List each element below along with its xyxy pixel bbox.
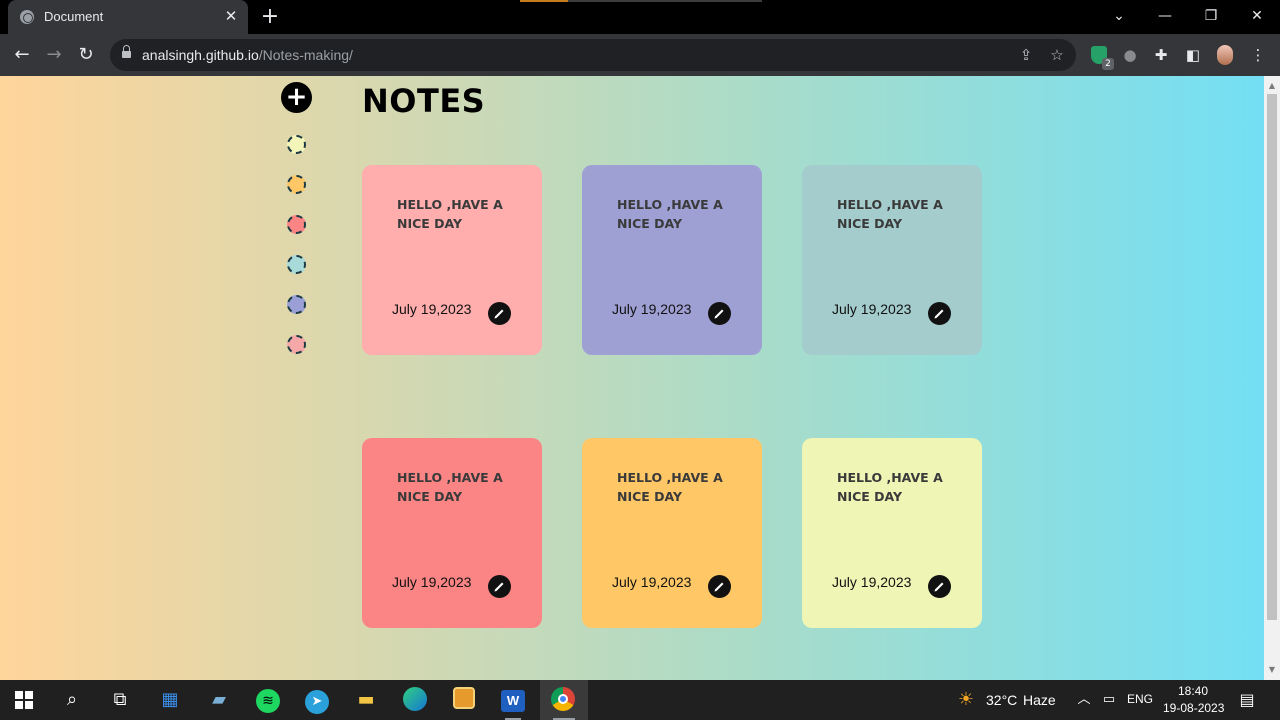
edit-pencil-icon[interactable] [488, 302, 511, 325]
language-indicator[interactable]: ENG [1127, 692, 1153, 706]
color-dot-orange[interactable] [287, 175, 306, 194]
restore-button[interactable]: ❐ [1197, 4, 1225, 28]
edit-pencil-icon[interactable] [708, 575, 731, 598]
url-host: analsingh.github.io [142, 47, 259, 63]
clock-date[interactable]: 19-08-2023 [1163, 701, 1224, 715]
chevron-up-icon[interactable]: ︿ [1071, 687, 1097, 713]
menu-kebab-icon[interactable]: ⋮ [1247, 44, 1269, 66]
tab-strip-divider [568, 0, 762, 2]
profile-avatar[interactable] [1217, 45, 1233, 65]
color-dot-purple[interactable] [287, 295, 306, 314]
browser-tab[interactable]: Document ✕ [8, 0, 248, 34]
extension-icon[interactable]: ● [1119, 44, 1141, 66]
back-button[interactable]: ← [9, 42, 35, 68]
task-view-icon[interactable]: ⧉ [107, 687, 133, 713]
browser-titlebar: Document ✕ + ⌄ — ❐ ✕ [0, 0, 1280, 34]
scroll-down-arrow-icon[interactable]: ▼ [1264, 662, 1280, 678]
edge-icon[interactable] [402, 687, 428, 713]
note-card[interactable]: HELLO ,HAVE A NICE DAY July 19,2023 [802, 165, 982, 355]
puzzle-extensions-icon[interactable]: ✚ [1150, 44, 1172, 66]
close-tab-icon[interactable]: ✕ [222, 7, 240, 25]
page-title: NOTES [362, 82, 486, 120]
battery-icon[interactable]: ▭ [1096, 687, 1122, 713]
photos-app-icon[interactable] [451, 687, 477, 713]
tab-title: Document [44, 9, 104, 24]
note-date: July 19,2023 [832, 301, 912, 317]
side-panel-icon[interactable]: ◧ [1182, 44, 1204, 66]
address-bar[interactable]: analsingh.github.io/Notes-making/ ⇪ ☆ [110, 39, 1076, 71]
note-card[interactable]: HELLO ,HAVE A NICE DAY July 19,2023 [582, 165, 762, 355]
url-text[interactable]: analsingh.github.io/Notes-making/ [142, 47, 353, 63]
color-dot-red[interactable] [287, 215, 306, 234]
note-date: July 19,2023 [392, 574, 472, 590]
note-card[interactable]: HELLO ,HAVE A NICE DAY July 19,2023 [582, 438, 762, 628]
note-text: HELLO ,HAVE A NICE DAY [837, 470, 943, 504]
tab-strip-accent [520, 0, 568, 2]
file-explorer-icon[interactable]: ▬ [353, 687, 379, 713]
search-icon[interactable]: ⌕ [59, 687, 85, 713]
notification-icon[interactable]: ▤ [1234, 687, 1260, 713]
windows-taskbar: ⌕ ⧉ ▦ ▰ ≋ ➤ ▬ W ☀ 32°C Haze ︿ ▭ ENG 18:4… [0, 680, 1280, 720]
edit-pencil-icon[interactable] [928, 302, 951, 325]
word-icon[interactable]: W [500, 687, 526, 713]
windows-start-icon[interactable] [11, 687, 37, 713]
page-viewport: + NOTES HELLO ,HAVE A NICE DAY July 19,2… [0, 76, 1264, 680]
close-window-button[interactable]: ✕ [1243, 4, 1271, 28]
lock-icon[interactable] [122, 45, 131, 60]
note-card[interactable]: HELLO ,HAVE A NICE DAY July 19,2023 [362, 438, 542, 628]
note-text: HELLO ,HAVE A NICE DAY [837, 197, 943, 231]
microsoft-store-icon[interactable]: ▦ [157, 687, 183, 713]
note-text: HELLO ,HAVE A NICE DAY [617, 197, 723, 231]
share-icon[interactable]: ⇪ [1016, 45, 1036, 65]
edit-pencil-icon[interactable] [488, 575, 511, 598]
edit-pencil-icon[interactable] [928, 575, 951, 598]
minimize-button[interactable]: — [1151, 4, 1179, 28]
url-path: /Notes-making/ [258, 47, 353, 63]
new-tab-button[interactable]: + [258, 5, 282, 29]
note-text: HELLO ,HAVE A NICE DAY [397, 197, 503, 231]
color-dot-yellow[interactable] [287, 135, 306, 154]
spotify-icon[interactable]: ≋ [255, 687, 281, 713]
telegram-icon[interactable]: ➤ [304, 687, 330, 714]
note-date: July 19,2023 [612, 574, 692, 590]
note-text: HELLO ,HAVE A NICE DAY [617, 470, 723, 504]
scroll-thumb[interactable] [1267, 94, 1277, 620]
extension-badge: 2 [1102, 58, 1114, 70]
weather-haze-icon[interactable]: ☀ [953, 687, 979, 713]
weather-desc[interactable]: Haze [1023, 692, 1056, 708]
scroll-up-arrow-icon[interactable]: ▲ [1264, 78, 1280, 94]
page-scrollbar[interactable]: ▲ ▼ [1264, 76, 1280, 680]
bookmark-star-icon[interactable]: ☆ [1047, 45, 1067, 65]
globe-icon [20, 10, 34, 24]
note-card[interactable]: HELLO ,HAVE A NICE DAY July 19,2023 [362, 165, 542, 355]
add-note-button[interactable]: + [281, 82, 312, 113]
forward-button[interactable]: → [41, 42, 67, 68]
tab-search-icon[interactable]: ⌄ [1105, 4, 1133, 28]
note-date: July 19,2023 [832, 574, 912, 590]
color-dot-pink[interactable] [287, 335, 306, 354]
edit-pencil-icon[interactable] [708, 302, 731, 325]
note-date: July 19,2023 [612, 301, 692, 317]
note-card[interactable]: HELLO ,HAVE A NICE DAY July 19,2023 [802, 438, 982, 628]
note-text: HELLO ,HAVE A NICE DAY [397, 470, 503, 504]
notepad-icon[interactable]: ▰ [206, 687, 232, 713]
shield-extension-icon[interactable]: 2 [1088, 44, 1114, 70]
clock-time[interactable]: 18:40 [1178, 684, 1208, 698]
chrome-icon[interactable] [550, 687, 576, 713]
browser-toolbar: ← → ↻ analsingh.github.io/Notes-making/ … [0, 34, 1280, 76]
note-date: July 19,2023 [392, 301, 472, 317]
color-dot-teal[interactable] [287, 255, 306, 274]
weather-temp[interactable]: 32°C [986, 692, 1017, 708]
reload-button[interactable]: ↻ [73, 42, 99, 68]
